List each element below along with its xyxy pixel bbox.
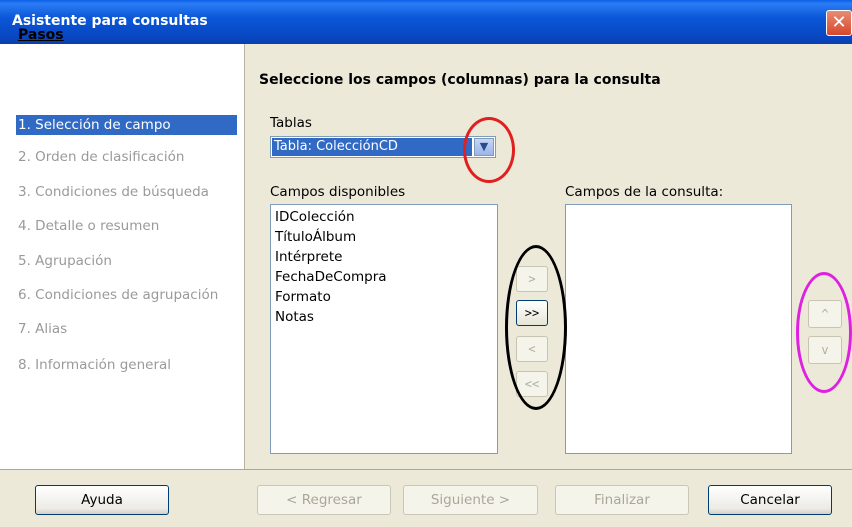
back-button[interactable]: < Regresar — [257, 485, 391, 515]
step-detail-summary[interactable]: 4. Detalle o resumen — [18, 216, 159, 236]
step-field-selection[interactable]: 1. Selección de campo — [16, 115, 237, 135]
list-item[interactable]: Intérprete — [275, 249, 342, 265]
query-fields-label: Campos de la consulta: — [565, 184, 724, 200]
add-all-fields-button[interactable]: >> — [516, 300, 548, 326]
list-item[interactable]: Formato — [275, 289, 331, 305]
list-item[interactable]: IDColección — [275, 209, 355, 225]
close-button[interactable]: ✕ — [826, 10, 852, 36]
move-up-button[interactable]: ^ — [808, 300, 842, 328]
step-sort-order[interactable]: 2. Orden de clasificación — [18, 147, 184, 167]
add-field-button[interactable]: > — [516, 266, 548, 292]
step-grouping-conditions[interactable]: 6. Condiciones de agrupación — [18, 285, 218, 305]
list-item[interactable]: TítuloÁlbum — [275, 229, 356, 245]
finish-button[interactable]: Finalizar — [555, 485, 689, 515]
cancel-button[interactable]: Cancelar — [708, 485, 832, 515]
remove-field-button[interactable]: < — [516, 336, 548, 362]
help-button[interactable]: Ayuda — [35, 485, 169, 515]
step-overview[interactable]: 8. Información general — [18, 355, 171, 375]
steps-header: Pasos — [18, 27, 64, 43]
chevron-down-icon[interactable]: ▼ — [474, 138, 494, 156]
available-fields-list[interactable]: IDColección TítuloÁlbum Intérprete Fecha… — [270, 204, 498, 454]
tables-dropdown[interactable]: Tabla: ColecciónCD ▼ — [270, 136, 496, 158]
available-fields-label: Campos disponibles — [270, 184, 406, 200]
list-item[interactable]: Notas — [275, 309, 314, 325]
step-aliases[interactable]: 7. Alias — [18, 319, 67, 339]
move-down-button[interactable]: v — [808, 336, 842, 364]
step-grouping[interactable]: 5. Agrupación — [18, 251, 112, 271]
page-title: Seleccione los campos (columnas) para la… — [259, 72, 661, 88]
tables-selected-value: Tabla: ColecciónCD — [272, 138, 472, 156]
next-button[interactable]: Siguiente > — [403, 485, 538, 515]
list-item[interactable]: FechaDeCompra — [275, 269, 387, 285]
query-fields-list[interactable] — [565, 204, 792, 454]
tables-label: Tablas — [270, 115, 312, 131]
title-bar: Asistente para consultas ✕ — [0, 0, 852, 44]
footer-divider — [0, 469, 852, 470]
step-search-conditions[interactable]: 3. Condiciones de búsqueda — [18, 182, 209, 202]
remove-all-fields-button[interactable]: << — [516, 371, 548, 397]
close-icon: ✕ — [831, 12, 847, 33]
